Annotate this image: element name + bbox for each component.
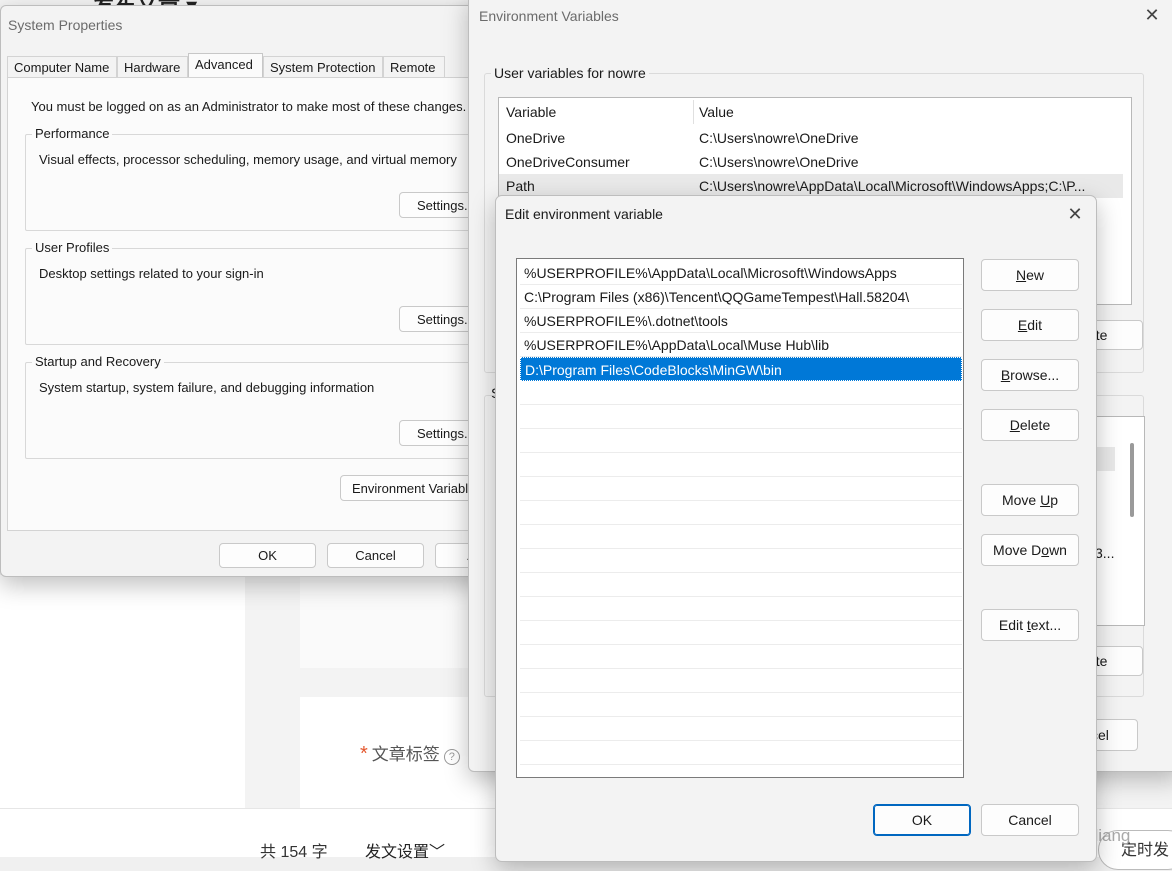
edit-button[interactable]: Edit	[981, 309, 1079, 341]
user-profiles-group: User Profiles Desktop settings related t…	[25, 240, 486, 345]
move-up-button[interactable]: Move Up	[981, 484, 1079, 516]
column-divider	[693, 100, 694, 124]
tab-remote[interactable]: Remote	[383, 56, 445, 77]
path-entry[interactable]: %USERPROFILE%\.dotnet\tools	[520, 309, 962, 333]
chevron-down-icon: ﹀	[429, 844, 446, 861]
access-key: D	[1009, 417, 1020, 433]
cancel-button[interactable]: Cancel	[327, 543, 424, 568]
browse-button[interactable]: Browse...	[981, 359, 1079, 391]
list-item[interactable]: OneDriveConsumer C:\Users\nowre\OneDrive	[499, 150, 1123, 174]
label-part: elete	[1019, 417, 1051, 433]
performance-desc: Visual effects, processor scheduling, me…	[39, 152, 457, 167]
path-entry[interactable]: C:\Program Files (x86)\Tencent\QQGameTem…	[520, 285, 962, 309]
tab-hardware[interactable]: Hardware	[117, 56, 188, 77]
label-part: ew	[1026, 267, 1045, 283]
label-part: Move	[1001, 492, 1041, 508]
empty-row	[520, 525, 962, 549]
label-part: p	[1050, 492, 1059, 508]
cancel-button[interactable]: Cancel	[981, 804, 1079, 836]
move-down-button[interactable]: Move Do wn	[981, 534, 1079, 566]
empty-row	[520, 765, 962, 777]
tab-system-protection[interactable]: System Protection	[263, 56, 383, 77]
label-part: Edit	[998, 617, 1027, 633]
variable-value: C:\Users\nowre\OneDrive	[699, 130, 859, 146]
user-profiles-label: User Profiles	[32, 240, 113, 255]
publish-settings-toggle[interactable]: 发文设置﹀	[365, 838, 445, 862]
empty-row	[520, 381, 962, 405]
access-key: B	[1000, 367, 1011, 383]
empty-row	[520, 693, 962, 717]
close-icon[interactable]: ✕	[1143, 6, 1161, 24]
empty-row	[520, 741, 962, 765]
environment-variables-button[interactable]: Environment Variables...	[340, 475, 486, 501]
user-variables-label: User variables for nowre	[491, 65, 649, 81]
label-part: Move D	[993, 542, 1042, 558]
label-part: dit	[1027, 317, 1043, 333]
access-key: U	[1040, 492, 1051, 508]
list-item[interactable]: OneDrive C:\Users\nowre\OneDrive	[499, 126, 1123, 150]
empty-row	[520, 621, 962, 645]
advanced-panel: You must be logged on as an Administrato…	[7, 77, 486, 531]
column-header-variable[interactable]: Variable	[506, 98, 556, 126]
ok-button[interactable]: OK	[873, 804, 971, 836]
access-key: o	[1041, 542, 1050, 558]
performance-group: Performance Visual effects, processor sc…	[25, 126, 486, 231]
article-tag-field: * 文章标签?	[360, 740, 460, 766]
startup-recovery-label: Startup and Recovery	[32, 354, 164, 369]
variable-name: OneDrive	[506, 130, 566, 146]
empty-row	[520, 549, 962, 573]
edit-text-button[interactable]: Edit t ext...	[981, 609, 1079, 641]
startup-recovery-desc: System startup, system failure, and debu…	[39, 380, 375, 395]
access-key: E	[1017, 317, 1028, 333]
admin-note: You must be logged on as an Administrato…	[31, 99, 467, 114]
help-icon[interactable]: ?	[443, 749, 460, 765]
ok-button[interactable]: OK	[219, 543, 316, 568]
empty-row	[520, 573, 962, 597]
publish-settings-label: 发文设置	[365, 844, 430, 861]
window-title: System Properties	[8, 17, 123, 33]
word-count: 共 154 字	[260, 844, 328, 861]
performance-label: Performance	[32, 126, 113, 141]
startup-recovery-group: Startup and Recovery System startup, sys…	[25, 354, 486, 459]
system-properties-window: System Properties Computer Name Hardware…	[0, 5, 487, 577]
background-panel	[0, 575, 245, 808]
empty-row	[520, 597, 962, 621]
new-button[interactable]: New	[981, 259, 1079, 291]
path-entry[interactable]: %USERPROFILE%\AppData\Local\Microsoft\Wi…	[520, 261, 962, 285]
label-part: ext...	[1030, 617, 1062, 633]
variable-name: OneDriveConsumer	[506, 154, 630, 170]
empty-row	[520, 453, 962, 477]
empty-row	[520, 717, 962, 741]
delete-button[interactable]: Delete	[981, 409, 1079, 441]
column-header-value[interactable]: Value	[699, 98, 734, 126]
variable-value: C:\Users\nowre\OneDrive	[699, 154, 859, 170]
path-entry[interactable]: %USERPROFILE%\AppData\Local\Muse Hub\lib	[520, 333, 962, 357]
path-entries-list[interactable]: %USERPROFILE%\AppData\Local\Microsoft\Wi…	[516, 258, 964, 778]
window-title: Environment Variables	[479, 8, 619, 24]
empty-row	[520, 429, 962, 453]
access-key: N	[1015, 267, 1027, 283]
dialog-title: Edit environment variable	[505, 206, 663, 222]
user-profiles-desc: Desktop settings related to your sign-in	[39, 266, 264, 281]
empty-row	[520, 501, 962, 525]
path-entry-selected[interactable]: D:\Program Files\CodeBlocks\MinGW\bin	[520, 357, 962, 381]
edit-environment-variable-dialog: Edit environment variable ✕ %USERPROFILE…	[495, 195, 1097, 862]
empty-row	[520, 645, 962, 669]
required-star-icon: *	[360, 743, 368, 765]
label-part: rowse...	[1010, 367, 1060, 383]
article-tag-label: 文章标签	[371, 745, 440, 764]
tab-computer-name[interactable]: Computer Name	[7, 56, 117, 77]
label-part: wn	[1049, 542, 1067, 558]
close-icon[interactable]: ✕	[1066, 205, 1084, 223]
scrollbar-thumb[interactable]	[1130, 443, 1134, 517]
empty-row	[520, 405, 962, 429]
empty-row	[520, 477, 962, 501]
variable-value: 3...	[1095, 545, 1115, 561]
empty-row	[520, 669, 962, 693]
tab-advanced[interactable]: Advanced	[188, 53, 263, 78]
